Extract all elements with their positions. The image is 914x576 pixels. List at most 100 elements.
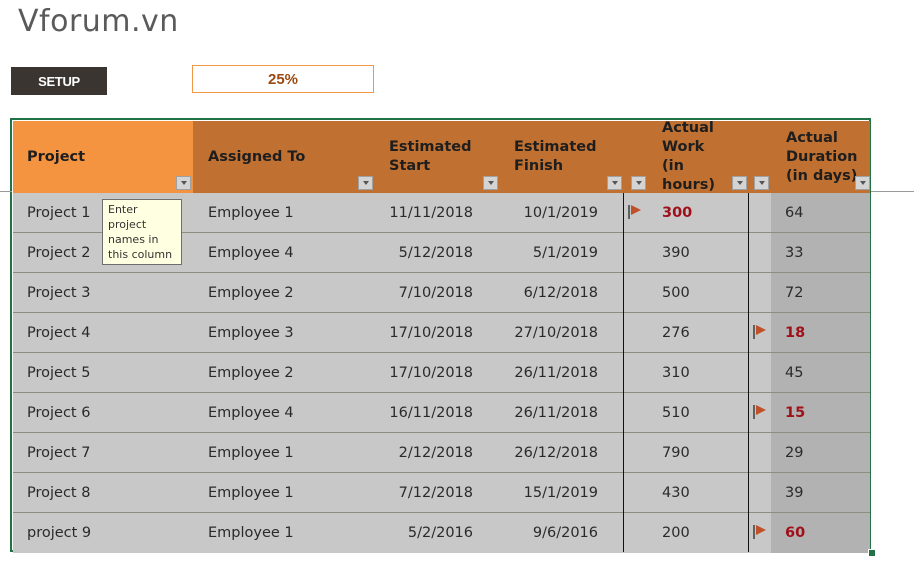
cell-project[interactable]: Project 3 xyxy=(13,273,193,312)
cell-estimated-start[interactable]: 7/10/2018 xyxy=(373,273,473,312)
cell-actual-duration[interactable]: 18 xyxy=(771,313,870,352)
cell-flag-duration[interactable] xyxy=(749,473,771,512)
table-row[interactable]: project 9 Employee 1 5/2/2016 9/6/2016 200 60 xyxy=(13,513,870,553)
cell-estimated-finish[interactable]: 15/1/2019 xyxy=(473,473,598,512)
cell-actual-duration[interactable]: 29 xyxy=(771,433,870,472)
cell-assigned-to[interactable]: Employee 1 xyxy=(193,193,373,232)
cell-actual-work[interactable]: 430 xyxy=(648,473,748,512)
cell-assigned-to[interactable]: Employee 1 xyxy=(193,473,373,512)
cell-estimated-finish[interactable]: 9/6/2016 xyxy=(473,513,598,553)
cell-flag-work[interactable] xyxy=(624,193,648,232)
cell-actual-work[interactable]: 310 xyxy=(648,353,748,392)
cell-estimated-finish-value: 9/6/2016 xyxy=(532,525,598,541)
cell-project[interactable]: project 9 xyxy=(13,513,193,553)
cell-actual-duration[interactable]: 33 xyxy=(771,233,870,272)
cell-estimated-start[interactable]: 5/12/2018 xyxy=(373,233,473,272)
cell-actual-work[interactable]: 390 xyxy=(648,233,748,272)
table-row[interactable]: Project 5 Employee 2 17/10/2018 26/11/2018 3… xyxy=(13,353,870,393)
cell-actual-work[interactable]: 200 xyxy=(648,513,748,553)
cell-project[interactable]: Project 6 xyxy=(13,393,193,432)
filter-dropdown-finish[interactable] xyxy=(607,176,622,190)
cell-flag-duration[interactable] xyxy=(749,273,771,312)
cell-project[interactable]: Project 4 xyxy=(13,313,193,352)
cell-estimated-finish-value: 26/11/2018 xyxy=(514,364,598,381)
cell-estimated-start[interactable]: 2/12/2018 xyxy=(373,433,473,472)
cell-flag-work[interactable] xyxy=(624,393,648,432)
setup-button[interactable]: SETUP xyxy=(11,67,107,95)
table-row[interactable]: Project 4 Employee 3 17/10/2018 27/10/2018 2… xyxy=(13,313,870,353)
cell-project[interactable]: Project 7 xyxy=(13,433,193,472)
cell-flag-work[interactable] xyxy=(624,233,648,272)
cell-project-value: Project 8 xyxy=(27,484,91,501)
table-row[interactable]: Project 6 Employee 4 16/11/2018 26/11/2018 5… xyxy=(13,393,870,433)
filter-dropdown-duration[interactable] xyxy=(855,176,870,190)
cell-estimated-start[interactable]: 11/11/2018 xyxy=(373,193,473,232)
table-row[interactable]: Project 8 Employee 1 7/12/2018 15/1/2019 430… xyxy=(13,473,870,513)
cell-estimated-finish[interactable]: 26/11/2018 xyxy=(473,353,598,392)
cell-flag-duration[interactable] xyxy=(749,393,771,432)
filter-dropdown-start[interactable] xyxy=(483,176,498,190)
filter-dropdown-flag-duration[interactable] xyxy=(754,176,769,190)
cell-actual-duration[interactable]: 15 xyxy=(771,393,870,432)
cell-flag-duration[interactable] xyxy=(749,233,771,272)
cell-assigned-to[interactable]: Employee 4 xyxy=(193,233,373,272)
cell-estimated-start[interactable]: 7/12/2018 xyxy=(373,473,473,512)
table-row[interactable]: Project 7 Employee 1 2/12/2018 26/12/2018 79… xyxy=(13,433,870,473)
cell-actual-work[interactable]: 300 xyxy=(648,193,748,232)
cell-flag-work[interactable] xyxy=(624,473,648,512)
cell-assigned-to-value: Employee 1 xyxy=(208,484,294,501)
cell-estimated-start-value: 16/11/2018 xyxy=(389,404,473,421)
cell-estimated-start[interactable]: 16/11/2018 xyxy=(373,393,473,432)
input-tooltip: Enter project names in this column xyxy=(102,199,182,265)
cell-actual-duration[interactable]: 64 xyxy=(771,193,870,232)
cell-assigned-to-value: Employee 4 xyxy=(208,404,294,421)
cell-assigned-to[interactable]: Employee 1 xyxy=(193,513,373,553)
cell-estimated-start[interactable]: 17/10/2018 xyxy=(373,313,473,352)
cell-project[interactable]: Project 5 xyxy=(13,353,193,392)
selection-fill-handle[interactable] xyxy=(868,549,876,557)
cell-flag-duration[interactable] xyxy=(749,433,771,472)
cell-estimated-finish[interactable]: 27/10/2018 xyxy=(473,313,598,352)
cell-assigned-to[interactable]: Employee 1 xyxy=(193,433,373,472)
cell-flag-work[interactable] xyxy=(624,273,648,312)
cell-project-value: Project 4 xyxy=(27,324,91,341)
cell-actual-duration[interactable]: 60 xyxy=(771,513,870,553)
cell-estimated-finish[interactable]: 26/11/2018 xyxy=(473,393,598,432)
cell-project[interactable]: Project 8 xyxy=(13,473,193,512)
filter-dropdown-flag-work[interactable] xyxy=(631,176,646,190)
cell-assigned-to-value: Employee 1 xyxy=(208,525,294,541)
filter-dropdown-work[interactable] xyxy=(732,176,747,190)
cell-actual-duration[interactable]: 45 xyxy=(771,353,870,392)
header-actual-work: Actual Work (in hours) xyxy=(648,120,749,193)
cell-assigned-to[interactable]: Employee 2 xyxy=(193,273,373,312)
cell-actual-work[interactable]: 500 xyxy=(648,273,748,312)
progress-percent: 25% xyxy=(192,65,374,93)
cell-flag-work[interactable] xyxy=(624,433,648,472)
cell-flag-duration[interactable] xyxy=(749,513,771,553)
cell-flag-duration[interactable] xyxy=(749,193,771,232)
cell-flag-work[interactable] xyxy=(624,513,648,553)
cell-flag-work[interactable] xyxy=(624,353,648,392)
cell-flag-work[interactable] xyxy=(624,313,648,352)
cell-actual-duration[interactable]: 39 xyxy=(771,473,870,512)
cell-estimated-finish[interactable]: 6/12/2018 xyxy=(473,273,598,312)
cell-estimated-finish[interactable]: 26/12/2018 xyxy=(473,433,598,472)
cell-assigned-to[interactable]: Employee 4 xyxy=(193,393,373,432)
cell-assigned-to[interactable]: Employee 3 xyxy=(193,313,373,352)
header-flag-duration xyxy=(749,121,771,193)
cell-estimated-start[interactable]: 5/2/2016 xyxy=(373,513,473,553)
filter-dropdown-assigned[interactable] xyxy=(358,176,373,190)
table-row[interactable]: Project 3 Employee 2 7/10/2018 6/12/2018 500… xyxy=(13,273,870,313)
cell-actual-work[interactable]: 276 xyxy=(648,313,748,352)
cell-estimated-start[interactable]: 17/10/2018 xyxy=(373,353,473,392)
filter-dropdown-project[interactable] xyxy=(176,176,191,190)
cell-actual-work-value: 300 xyxy=(662,204,693,221)
cell-flag-duration[interactable] xyxy=(749,313,771,352)
cell-actual-work[interactable]: 510 xyxy=(648,393,748,432)
cell-actual-work[interactable]: 790 xyxy=(648,433,748,472)
cell-assigned-to[interactable]: Employee 2 xyxy=(193,353,373,392)
cell-estimated-finish[interactable]: 5/1/2019 xyxy=(473,233,598,272)
cell-estimated-finish[interactable]: 10/1/2019 xyxy=(473,193,598,232)
cell-flag-duration[interactable] xyxy=(749,353,771,392)
cell-actual-duration[interactable]: 72 xyxy=(771,273,870,312)
